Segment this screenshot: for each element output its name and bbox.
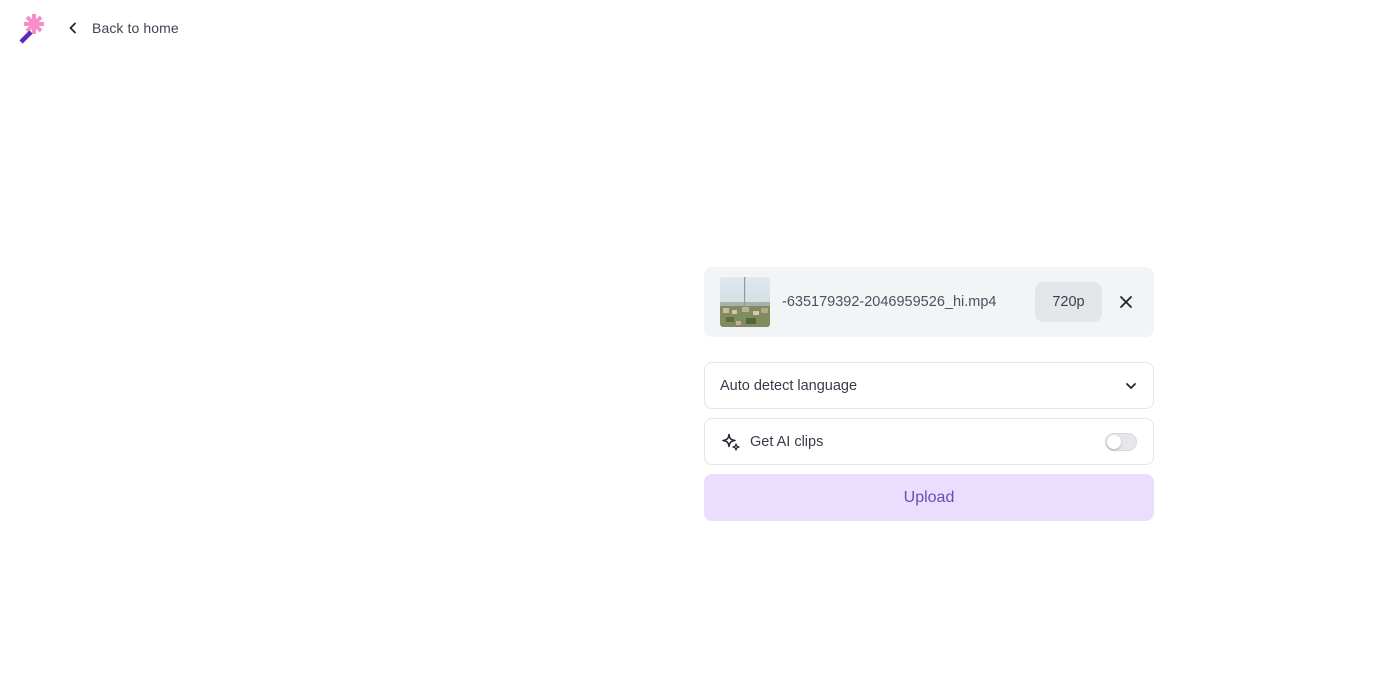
selected-file-card: -635179392-2046959526_hi.mp4 720p	[704, 267, 1154, 337]
upload-button[interactable]: Upload	[704, 474, 1154, 521]
video-thumbnail	[720, 277, 770, 327]
chevron-down-icon	[1123, 378, 1139, 394]
language-select[interactable]: Auto detect language	[704, 362, 1154, 409]
brand-logo-icon[interactable]	[18, 12, 50, 44]
sparkle-icon	[721, 432, 741, 452]
ai-clips-label: Get AI clips	[750, 433, 824, 450]
chevron-left-icon	[66, 21, 80, 35]
ai-clips-toggle[interactable]	[1105, 432, 1137, 451]
language-select-value: Auto detect language	[720, 377, 858, 394]
back-to-home-link[interactable]: Back to home	[66, 16, 179, 40]
resolution-button[interactable]: 720p	[1035, 282, 1102, 322]
close-icon	[1120, 296, 1132, 308]
toggle-knob	[1107, 434, 1121, 449]
remove-file-button[interactable]	[1114, 290, 1138, 314]
ai-clips-row: Get AI clips	[704, 418, 1154, 465]
upload-panel: -635179392-2046959526_hi.mp4 720p Auto d…	[704, 267, 1154, 521]
file-name: -635179392-2046959526_hi.mp4	[782, 294, 997, 310]
back-to-home-label: Back to home	[92, 20, 179, 36]
upload-page: Back to home -635179392-2046959526_hi.mp…	[0, 0, 1381, 676]
